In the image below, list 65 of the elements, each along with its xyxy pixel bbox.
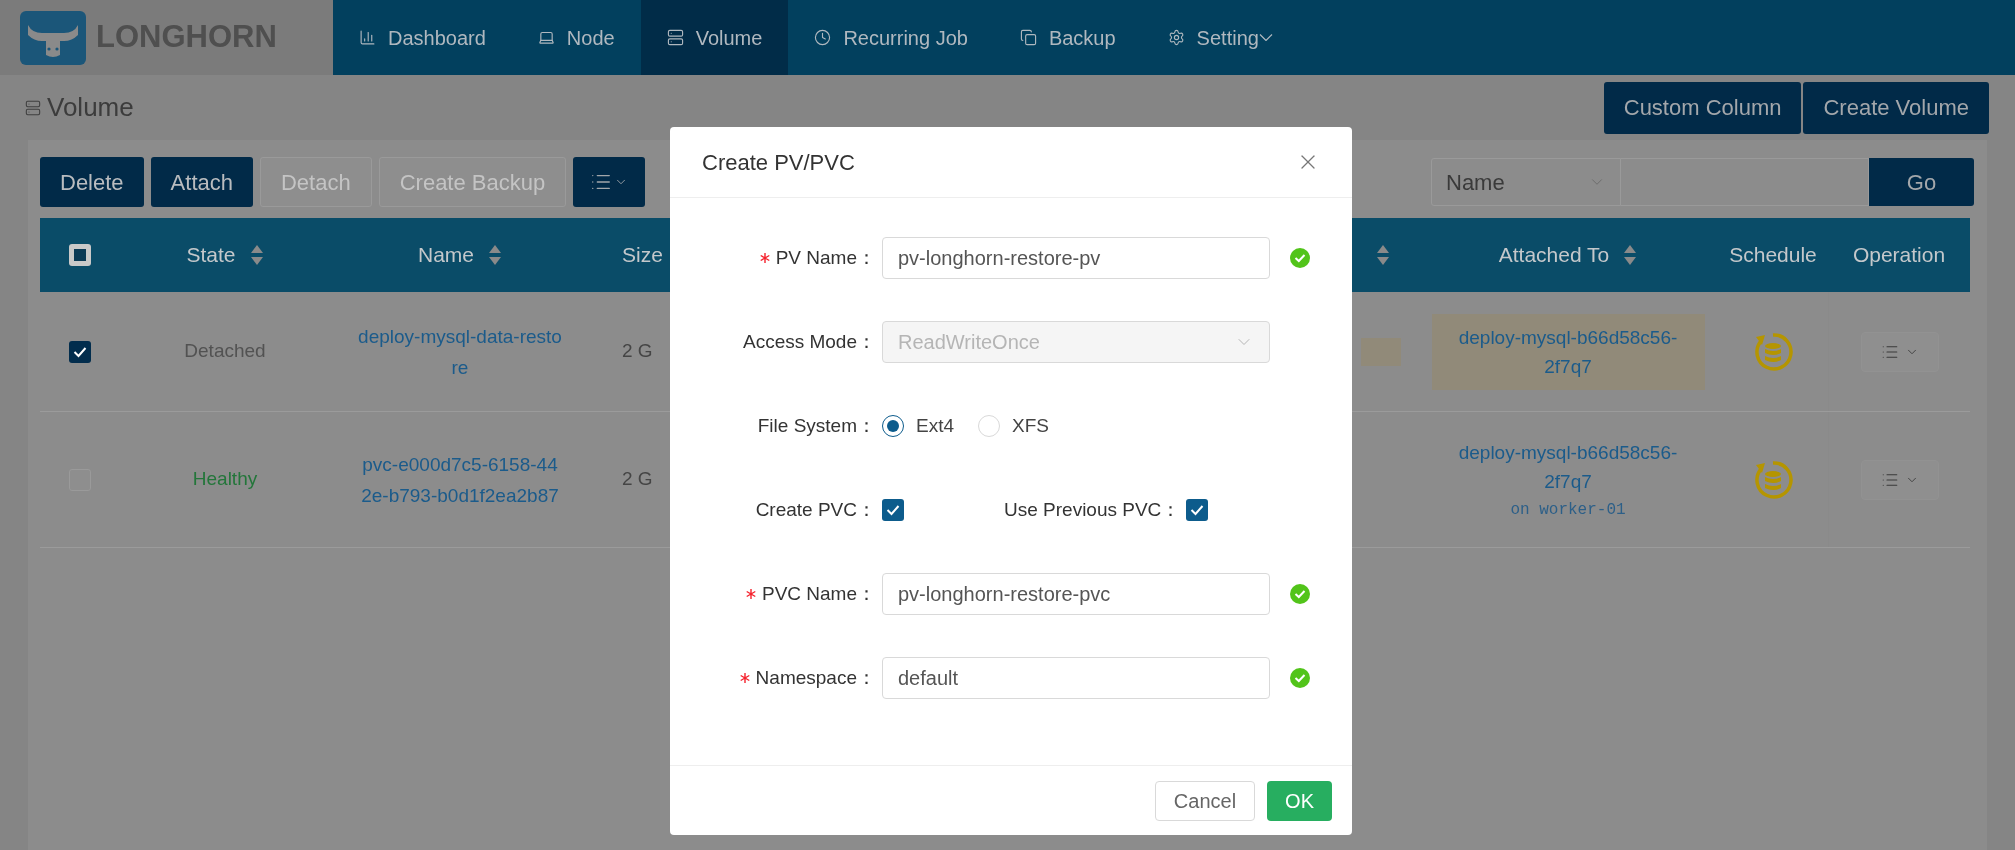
operation-menu-button[interactable] <box>1860 459 1939 500</box>
header-action-button[interactable]: Create Volume <box>1803 81 1989 134</box>
nav-item[interactable]: Node <box>511 0 641 75</box>
sort-icon[interactable] <box>488 244 502 266</box>
nav-icon <box>814 29 832 46</box>
nav-icon <box>1019 29 1037 46</box>
checkbox[interactable] <box>69 340 91 363</box>
text-field[interactable]: default <box>882 657 1270 699</box>
radio-option[interactable]: Ext4 <box>882 411 955 441</box>
dialog-title: Create PV/PVC <box>702 148 855 177</box>
size-cell-text: 2 G <box>622 339 653 364</box>
header-action-button[interactable]: Custom Column <box>1603 81 1802 134</box>
filter-field-select[interactable]: Name <box>1431 158 1621 206</box>
nav-item[interactable]: Volume <box>640 0 789 75</box>
toolbar-button[interactable]: Delete <box>40 157 144 207</box>
text-field[interactable]: pv-longhorn-restore-pv <box>882 237 1270 279</box>
field-label: PVC Name： <box>761 581 876 606</box>
nav-item[interactable]: Recurring Job <box>788 0 994 75</box>
state-cell-text: Detached <box>184 339 266 364</box>
select-all-checkbox[interactable] <box>69 244 91 266</box>
nav-item[interactable]: Backup <box>993 0 1142 75</box>
sort-icon[interactable] <box>249 244 264 266</box>
search-field[interactable] <box>1621 158 1869 206</box>
text-field[interactable]: pv-longhorn-restore-pvc <box>882 573 1270 615</box>
nav-icon <box>1167 29 1185 46</box>
logo-icon <box>20 10 86 65</box>
cancel-button[interactable]: Cancel <box>1154 780 1256 821</box>
nav-icon <box>537 29 555 46</box>
field-label: File System： <box>757 413 876 438</box>
valid-check-icon <box>1290 248 1310 268</box>
page-title: Volume <box>47 91 134 124</box>
nav-item[interactable]: Dashboard <box>333 0 512 75</box>
nav-icon <box>666 29 684 46</box>
checkbox-label: Use Previous PVC： <box>1004 497 1181 522</box>
field-label: Access Mode： <box>742 329 876 354</box>
field-label: PV Name： <box>775 245 876 270</box>
radio-option[interactable]: XFS <box>978 411 1049 441</box>
field-label: Namespace： <box>755 665 876 690</box>
column-header: Size <box>622 242 663 269</box>
tick-icon <box>73 345 87 358</box>
checkbox[interactable] <box>882 499 904 521</box>
column-header: Schedule <box>1729 242 1817 269</box>
column-header: Operation <box>1852 242 1946 269</box>
column-header: State <box>186 242 236 269</box>
column-header: Name <box>418 242 474 269</box>
valid-check-icon <box>1290 584 1310 604</box>
volume-icon <box>25 99 41 116</box>
checkbox-label: Create PVC： <box>755 497 876 522</box>
column-header: Attached To <box>1498 242 1610 269</box>
more-actions-button[interactable] <box>573 157 646 207</box>
node-label: on worker-01 <box>1510 499 1626 521</box>
go-button[interactable]: Go <box>1869 158 1974 206</box>
ok-button[interactable]: OK <box>1267 780 1332 821</box>
tick-icon <box>886 504 900 516</box>
sort-icon[interactable] <box>1376 244 1390 266</box>
valid-check-icon <box>1290 668 1310 688</box>
tick-icon <box>1190 504 1205 516</box>
sort-icon[interactable] <box>1623 244 1638 266</box>
checkbox[interactable] <box>1186 499 1209 521</box>
nav-item[interactable]: Setting <box>1141 0 1299 75</box>
toolbar-button[interactable]: Attach <box>150 157 253 207</box>
state-cell-text: Healthy <box>192 467 258 492</box>
nav-icon <box>359 29 376 46</box>
operation-menu-button[interactable] <box>1860 331 1939 372</box>
size-cell-text: 2 G <box>622 467 653 492</box>
